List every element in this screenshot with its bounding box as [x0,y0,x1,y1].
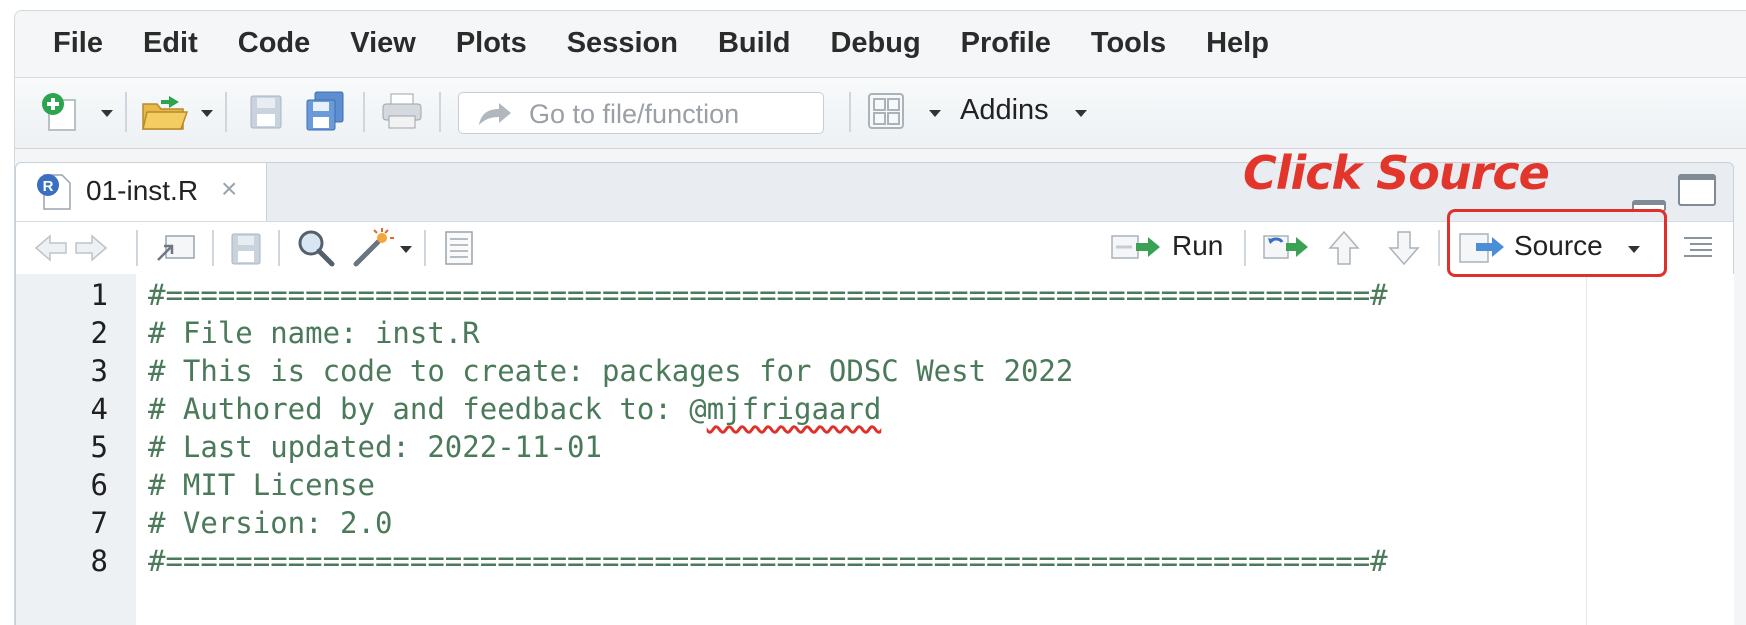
compile-report-icon[interactable] [440,230,476,266]
code-line: # Authored by and feedback to: @mjfrigaa… [148,392,881,426]
maximize-pane-icon[interactable] [1676,171,1720,211]
line-number: 1 [90,278,108,312]
line-number: 5 [90,430,108,464]
menu-build[interactable]: Build [718,27,791,60]
line-number: 2 [90,316,108,350]
menu-edit[interactable]: Edit [143,27,198,60]
tab-01-inst-r[interactable]: R 01-inst.R × [16,163,267,221]
code-text: # Authored by and feedback to: @ [148,392,707,426]
code-line: # File name: inst.R [148,316,480,350]
code-line: # This is code to create: packages for O… [148,354,1074,388]
line-number: 7 [90,506,108,540]
source-highlight-box [1447,209,1667,277]
rstudio-window: File Edit Code View Plots Session Build … [14,10,1746,625]
main-toolbar: Go to file/function Addins [15,77,1746,149]
goto-file-function-input[interactable]: Go to file/function [458,92,824,134]
open-folder-icon[interactable] [139,90,195,136]
go-to-previous-section-icon[interactable] [1326,228,1362,268]
document-outline-icon[interactable] [1680,232,1716,264]
line-number: 6 [90,468,108,502]
pane-layout-icon[interactable] [867,92,907,132]
line-number: 3 [90,354,108,388]
goto-placeholder: Go to file/function [529,99,740,129]
menu-session[interactable]: Session [567,27,678,60]
code-line: # Version: 2.0 [148,506,393,540]
click-source-annotation: Click Source [1243,146,1550,200]
pane-layout-dropdown-icon[interactable] [929,110,941,117]
menu-code[interactable]: Code [238,27,311,60]
menu-bar: File Edit Code View Plots Session Build … [15,11,1746,75]
save-icon[interactable] [247,92,287,132]
save-file-icon[interactable] [228,230,264,266]
code-tools-wand-icon[interactable] [350,226,394,270]
run-button[interactable]: Run [1172,230,1223,262]
code-line: #=======================================… [148,544,1388,578]
addins-menu[interactable]: Addins [960,94,1049,127]
line-number-gutter: 1 2 3 4 5 6 7 8 [16,274,136,625]
print-icon[interactable] [381,92,425,132]
code-tools-dropdown-icon[interactable] [400,246,412,253]
goto-arrow-icon [479,103,511,125]
line-number: 4 [90,392,108,426]
menu-tools[interactable]: Tools [1091,27,1166,60]
editor-margin [1586,274,1734,625]
code-line: # Last updated: 2022-11-01 [148,430,602,464]
new-file-dropdown-icon[interactable] [101,110,113,117]
line-number: 8 [90,544,108,578]
search-icon[interactable] [296,228,336,268]
menu-help[interactable]: Help [1206,27,1269,60]
back-icon[interactable] [34,232,70,264]
code-line: #=======================================… [148,278,1388,312]
menu-plots[interactable]: Plots [456,27,527,60]
menu-debug[interactable]: Debug [830,27,920,60]
spellcheck-underlined-word: mjfrigaard [706,392,882,426]
open-dropdown-icon[interactable] [201,110,213,117]
save-all-icon[interactable] [303,90,347,134]
close-icon[interactable]: × [221,173,237,205]
go-to-next-section-icon[interactable] [1386,228,1422,268]
rerun-icon[interactable] [1262,230,1314,266]
r-file-icon: R [37,174,71,210]
new-file-icon[interactable] [35,90,95,136]
menu-profile[interactable]: Profile [961,27,1051,60]
svg-text:R: R [43,178,54,195]
source-editor-pane: R 01-inst.R × Run Source 1 2 3 4 5 6 7 8… [15,162,1734,625]
run-icon[interactable] [1110,230,1166,266]
addins-dropdown-icon[interactable] [1075,110,1087,117]
show-in-window-icon[interactable] [154,230,198,266]
tab-label: 01-inst.R [86,175,199,206]
forward-icon[interactable] [72,232,108,264]
code-line: # MIT License [148,468,375,502]
menu-view[interactable]: View [350,27,416,60]
menu-file[interactable]: File [53,27,103,60]
